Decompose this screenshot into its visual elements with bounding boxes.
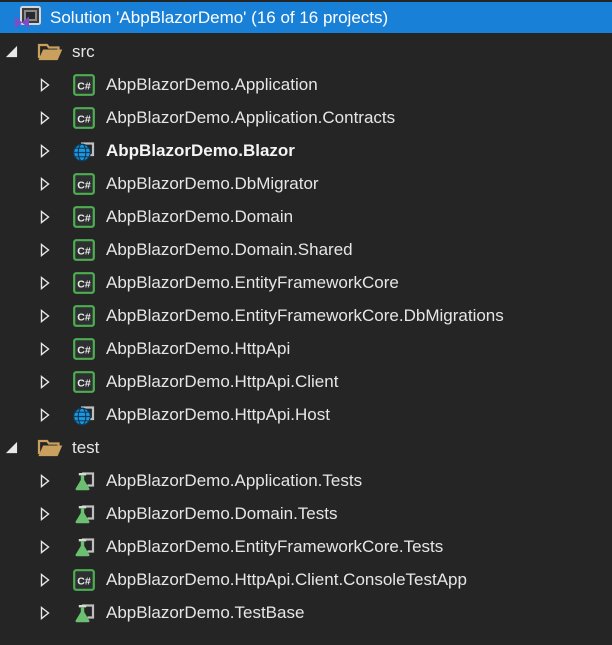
test-project-icon [70,536,98,558]
chevron-right-icon[interactable] [38,210,52,224]
csharp-project-icon [70,206,98,228]
csharp-project-icon [70,107,98,129]
web-project-icon [70,404,98,426]
tree-item-consoletestapp[interactable]: AbpBlazorDemo.HttpApi.Client.ConsoleTest… [0,563,612,596]
chevron-right-icon[interactable] [38,342,52,356]
csharp-project-icon [70,338,98,360]
tree-item-domain-tests[interactable]: AbpBlazorDemo.Domain.Tests [0,497,612,530]
chevron-right-icon[interactable] [38,276,52,290]
web-project-icon [70,140,98,162]
tree-item-dbmigrator[interactable]: AbpBlazorDemo.DbMigrator [0,167,612,200]
tree-item-testbase[interactable]: AbpBlazorDemo.TestBase [0,596,612,629]
folder-open-icon [36,42,64,62]
project-name: AbpBlazorDemo.EntityFrameworkCore.Tests [106,538,443,556]
project-name: AbpBlazorDemo.Application.Tests [106,472,362,490]
project-name: AbpBlazorDemo.TestBase [106,604,304,622]
tree-item-folder-src[interactable]: src [0,35,612,68]
project-name: AbpBlazorDemo.HttpApi.Client [106,373,338,391]
solution-label: Solution 'AbpBlazorDemo' (16 of 16 proje… [50,9,388,27]
tree-item-folder-test[interactable]: test [0,431,612,464]
chevron-right-icon[interactable] [38,606,52,620]
csharp-project-icon [70,173,98,195]
project-name: AbpBlazorDemo.EntityFrameworkCore [106,274,399,292]
project-name: AbpBlazorDemo.DbMigrator [106,175,319,193]
visual-studio-solution-icon [14,5,42,31]
project-name: AbpBlazorDemo.HttpApi [106,340,290,358]
chevron-right-icon[interactable] [38,111,52,125]
project-name: AbpBlazorDemo.Domain [106,208,293,226]
chevron-right-icon[interactable] [38,144,52,158]
csharp-project-icon [70,569,98,591]
project-name: AbpBlazorDemo.Domain.Tests [106,505,337,523]
tree-item-httpapi[interactable]: AbpBlazorDemo.HttpApi [0,332,612,365]
project-name: AbpBlazorDemo.Application.Contracts [106,109,395,127]
solution-explorer-tree: Solution 'AbpBlazorDemo' (16 of 16 proje… [0,0,612,629]
csharp-project-icon [70,239,98,261]
tree-item-efcore-dbmigrations[interactable]: AbpBlazorDemo.EntityFrameworkCore.DbMigr… [0,299,612,332]
tree-item-application-contracts[interactable]: AbpBlazorDemo.Application.Contracts [0,101,612,134]
project-name: AbpBlazorDemo.HttpApi.Host [106,406,330,424]
chevron-right-icon[interactable] [38,243,52,257]
folder-name: src [72,43,95,61]
chevron-right-icon[interactable] [38,78,52,92]
chevron-expanded-icon[interactable] [4,441,18,455]
folder-open-icon [36,438,64,458]
project-name: AbpBlazorDemo.HttpApi.Client.ConsoleTest… [106,571,467,589]
chevron-right-icon[interactable] [38,573,52,587]
chevron-right-icon[interactable] [38,507,52,521]
chevron-right-icon[interactable] [38,177,52,191]
chevron-right-icon[interactable] [38,540,52,554]
tree-item-application-tests[interactable]: AbpBlazorDemo.Application.Tests [0,464,612,497]
tree-item-application[interactable]: AbpBlazorDemo.Application [0,68,612,101]
test-project-icon [70,602,98,624]
project-name: AbpBlazorDemo.Application [106,76,318,94]
tree-item-solution[interactable]: Solution 'AbpBlazorDemo' (16 of 16 proje… [0,2,612,33]
tree-item-httpapi-host[interactable]: AbpBlazorDemo.HttpApi.Host [0,398,612,431]
tree-item-efcore[interactable]: AbpBlazorDemo.EntityFrameworkCore [0,266,612,299]
test-project-icon [70,470,98,492]
project-name: AbpBlazorDemo.Domain.Shared [106,241,353,259]
project-name-startup: AbpBlazorDemo.Blazor [106,142,295,160]
test-project-icon [70,503,98,525]
project-name: AbpBlazorDemo.EntityFrameworkCore.DbMigr… [106,307,504,325]
csharp-project-icon [70,74,98,96]
chevron-expanded-icon[interactable] [4,45,18,59]
tree-item-efcore-tests[interactable]: AbpBlazorDemo.EntityFrameworkCore.Tests [0,530,612,563]
tree-item-domain[interactable]: AbpBlazorDemo.Domain [0,200,612,233]
tree-item-httpapi-client[interactable]: AbpBlazorDemo.HttpApi.Client [0,365,612,398]
tree-item-blazor[interactable]: AbpBlazorDemo.Blazor [0,134,612,167]
chevron-right-icon[interactable] [38,375,52,389]
csharp-project-icon [70,305,98,327]
csharp-project-icon [70,371,98,393]
chevron-right-icon[interactable] [38,309,52,323]
chevron-right-icon[interactable] [38,474,52,488]
tree-item-domain-shared[interactable]: AbpBlazorDemo.Domain.Shared [0,233,612,266]
csharp-project-icon [70,272,98,294]
chevron-right-icon[interactable] [38,408,52,422]
folder-name: test [72,439,99,457]
